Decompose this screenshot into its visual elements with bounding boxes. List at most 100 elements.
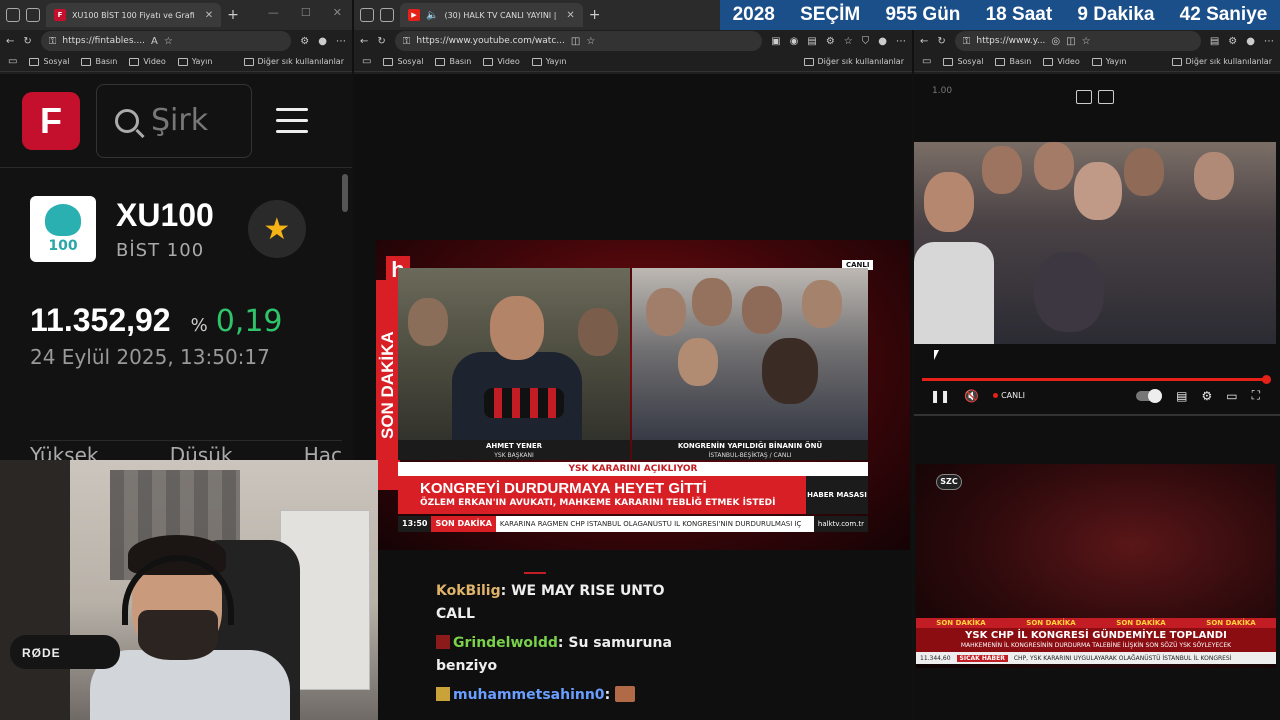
bookmark-folder-video[interactable]: Video <box>483 57 520 66</box>
new-tab-button[interactable]: + <box>227 7 239 23</box>
profile-avatar-icon[interactable]: ● <box>1246 36 1255 47</box>
site-info-icon[interactable]: ⚿ <box>49 36 57 47</box>
bookmark-folder-video[interactable]: Video <box>1043 57 1080 66</box>
site-info-icon[interactable]: ⚿ <box>963 36 971 47</box>
extensions-icon[interactable]: ⚙ <box>300 36 309 47</box>
back-icon[interactable]: ← <box>6 36 14 47</box>
extension-icon[interactable]: ▤ <box>807 36 816 47</box>
bookmark-other-favorites[interactable]: Diğer sık kullanılanlar <box>243 57 344 66</box>
url-field[interactable]: ⚿ https://fintables.... A ☆ <box>40 31 292 51</box>
bookmark-other-favorites[interactable]: Diğer sık kullanılanlar <box>803 57 904 66</box>
bookmark-folder-yayin[interactable]: Yayın <box>1091 57 1126 66</box>
reading-list-icon[interactable]: ▭ <box>8 56 17 67</box>
szc-video-player[interactable]: SZC SON DAKİKA SON DAKİKA SON DAKİKA SON… <box>916 464 1276 668</box>
reload-icon[interactable]: ↻ <box>937 36 945 47</box>
split-screen-icon[interactable]: ◫ <box>1066 36 1075 47</box>
location-caption: KONGRENİN YAPILDIĞI BİNANIN ÖNÜ İSTANBUL… <box>632 440 868 460</box>
url-field[interactable]: ⚿ https://www.y... ◎ ◫ ☆ <box>954 31 1201 51</box>
folder-icon <box>531 57 542 66</box>
more-menu-icon[interactable]: ⋯ <box>1264 36 1274 47</box>
video-player[interactable] <box>914 142 1276 344</box>
fintables-logo[interactable]: F <box>22 91 80 150</box>
muted-speaker-icon[interactable]: 🔇 <box>964 389 979 403</box>
close-tab-icon[interactable]: ✕ <box>205 10 213 21</box>
url-field[interactable]: ⚿ https://www.youtube.com/watc... ◫ ☆ <box>394 31 763 51</box>
bookmarks-bar: ▭ Sosyal Basın Video Yayın Diğer sık kul… <box>914 52 1280 72</box>
bookmark-folder-basin[interactable]: Basın <box>995 57 1031 66</box>
favorite-star-icon[interactable]: ☆ <box>1082 36 1091 47</box>
speaker-icon[interactable]: 🔈 <box>426 10 438 21</box>
bookmark-folder-yayin[interactable]: Yayın <box>177 57 212 66</box>
extensions-icon[interactable]: ⚙ <box>826 36 835 47</box>
autoplay-toggle[interactable] <box>1136 388 1163 403</box>
chat-message: muhammetsahinn0: <box>436 684 696 707</box>
split-screen-icon[interactable]: ◫ <box>571 36 580 47</box>
reload-icon[interactable]: ↻ <box>23 36 31 47</box>
price-change: 0,19 <box>215 304 283 339</box>
favorite-star-button[interactable]: ★ <box>247 200 306 258</box>
bookmark-other-favorites[interactable]: Diğer sık kullanılanlar <box>1171 57 1272 66</box>
scrollbar-thumb[interactable] <box>342 174 348 212</box>
bookmark-folder-sosyal[interactable]: Sosyal <box>383 57 423 66</box>
subtitles-icon[interactable]: ▤ <box>1176 389 1187 403</box>
favorite-star-icon[interactable]: ☆ <box>586 36 595 47</box>
profile-avatar-icon[interactable]: ● <box>318 36 327 47</box>
bookmark-folder-video[interactable]: Video <box>129 57 166 66</box>
extension-icon[interactable]: ◎ <box>1051 36 1060 47</box>
bookmark-folder-sosyal[interactable]: Sosyal <box>29 57 69 66</box>
profile-avatar-icon[interactable]: ● <box>878 36 887 47</box>
reading-list-icon[interactable]: ▭ <box>922 56 931 67</box>
bookmark-folder-basin[interactable]: Basın <box>81 57 117 66</box>
bist100-logo: 100 <box>30 196 96 262</box>
tab-fintables[interactable]: F XU100 BİST 100 Fiyatı ve Grafi ✕ <box>46 3 222 27</box>
more-menu-icon[interactable]: ⋯ <box>336 36 346 47</box>
new-tab-button[interactable]: + <box>589 7 601 23</box>
close-tab-icon[interactable]: ✕ <box>566 10 574 21</box>
extension-icon[interactable]: ◉ <box>790 36 799 47</box>
pause-icon[interactable]: ❚❚ <box>930 389 950 403</box>
extension-icon[interactable]: ▤ <box>1210 36 1219 47</box>
read-aloud-icon[interactable]: A <box>151 36 158 47</box>
live-indicator[interactable]: CANLI <box>993 391 1025 400</box>
bookmark-folder-yayin[interactable]: Yayın <box>531 57 566 66</box>
back-icon[interactable]: ← <box>360 36 368 47</box>
countdown-hours: 18 Saat <box>985 4 1053 25</box>
shield-icon[interactable]: ⛉ <box>862 36 870 47</box>
bookmarks-bar: ▭ Sosyal Basın Video Yayın Diğer sık kul… <box>354 52 912 72</box>
tab-actions-icon[interactable] <box>26 8 40 22</box>
fullscreen-icon[interactable]: ⛶ <box>1252 388 1260 403</box>
bookmark-folder-basin[interactable]: Basın <box>435 57 471 66</box>
url-text: https://www.youtube.com/watc... <box>416 36 565 46</box>
back-icon[interactable]: ← <box>920 36 928 47</box>
chat-message: KokBilig: WE MAY RISE UNTO CALL <box>436 583 665 622</box>
workspaces-icon[interactable] <box>360 8 374 22</box>
extensions-icon[interactable]: ⚙ <box>1228 36 1237 47</box>
miniplayer-icon[interactable] <box>1098 90 1114 104</box>
extension-icon[interactable]: ▣ <box>771 36 780 47</box>
pip-icon[interactable] <box>1076 90 1092 104</box>
maximize-icon[interactable]: ☐ <box>301 6 311 19</box>
tab-youtube[interactable]: ▶ 🔈 (30) HALK TV CANLI YAYINI | ✕ <box>400 3 583 27</box>
stock-price: 11.352,92 <box>30 302 171 338</box>
tab-actions-icon[interactable] <box>380 8 394 22</box>
site-info-icon[interactable]: ⚿ <box>403 36 411 47</box>
tab-bar: F XU100 BİST 100 Fiyatı ve Grafi ✕ + — ☐… <box>0 0 352 30</box>
address-bar-row: ← ↻ ⚿ https://www.y... ◎ ◫ ☆ ▤ ⚙ ● ⋯ <box>914 30 1280 52</box>
close-window-icon[interactable]: ✕ <box>333 6 342 19</box>
settings-gear-icon[interactable]: ⚙ <box>1201 389 1212 403</box>
minimize-icon[interactable]: — <box>268 6 279 19</box>
hamburger-menu-icon[interactable] <box>276 108 308 133</box>
more-menu-icon[interactable]: ⋯ <box>896 36 906 47</box>
folder-icon <box>995 57 1006 66</box>
company-search-input[interactable]: Şirk <box>96 83 252 158</box>
workspaces-icon[interactable] <box>6 8 20 22</box>
favorite-star-icon[interactable]: ☆ <box>164 36 173 47</box>
reading-list-icon[interactable]: ▭ <box>362 56 371 67</box>
video-player[interactable]: h SON DAKİKA CANLI AHMET YENER YSK BAŞKA… <box>376 240 910 550</box>
bookmark-folder-sosyal[interactable]: Sosyal <box>943 57 983 66</box>
progress-bar[interactable] <box>922 375 1271 384</box>
topic-strap: YSK KARARINI AÇIKLIYOR <box>398 462 868 476</box>
theater-mode-icon[interactable]: ▭ <box>1226 389 1237 403</box>
favorites-icon[interactable]: ☆ <box>844 36 853 47</box>
reload-icon[interactable]: ↻ <box>377 36 385 47</box>
